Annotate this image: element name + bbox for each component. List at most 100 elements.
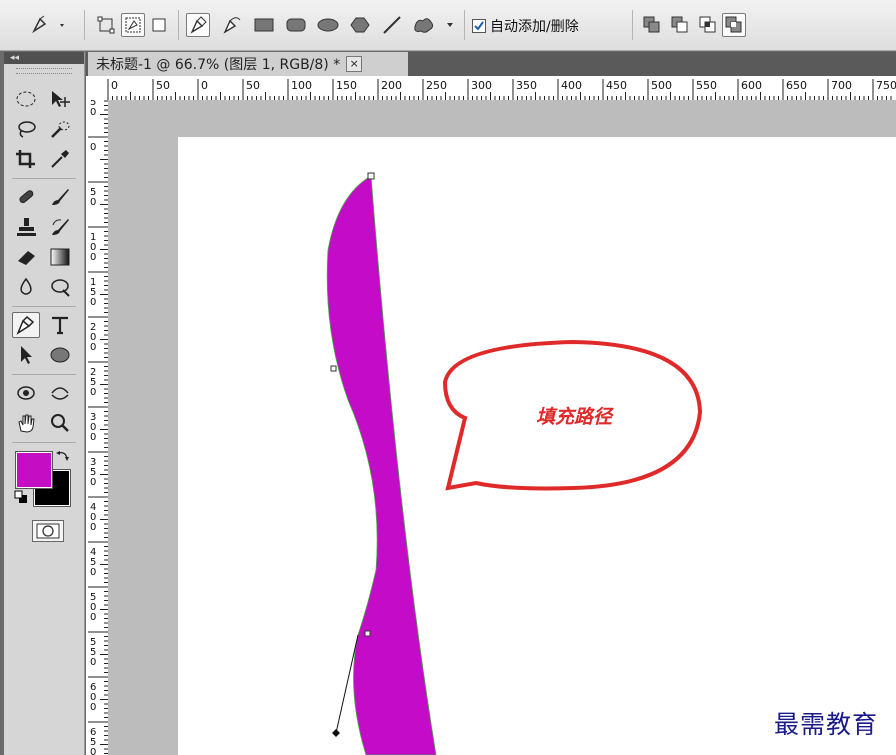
ruler-label: 350: [516, 79, 537, 92]
document-tab[interactable]: 未标题-1 @ 66.7% (图层 1, RGB/8) * ×: [88, 52, 408, 76]
magnifier-icon: [51, 414, 69, 432]
eraser-tool[interactable]: [12, 244, 40, 270]
path-selection-tool[interactable]: [12, 342, 40, 368]
anchor-point[interactable]: [330, 365, 337, 372]
blur-tool[interactable]: [12, 274, 40, 300]
line-icon: [383, 16, 401, 34]
elliptical-marquee-icon: [16, 91, 36, 107]
bandage-icon: [19, 190, 34, 204]
3d-orbit-icon: [51, 387, 69, 400]
custom-shape-button[interactable]: [410, 13, 458, 37]
lasso-tool[interactable]: [12, 116, 40, 142]
ellipse-tool-button[interactable]: [316, 13, 340, 37]
eyedropper-tool[interactable]: [46, 146, 74, 172]
ruler-label: 0: [90, 342, 96, 353]
options-bar: 自动添加/删除: [0, 0, 896, 51]
eraser-icon: [18, 251, 35, 265]
freeform-pen-icon: [223, 17, 241, 34]
ruler-label: 0: [90, 197, 96, 208]
intersect-shape-areas-button[interactable]: [696, 13, 720, 37]
history-brush-tool[interactable]: [46, 214, 74, 240]
ruler-label: 500: [651, 79, 672, 92]
pen-tool[interactable]: [12, 312, 40, 338]
anchor-point[interactable]: [364, 630, 371, 637]
auto-add-delete-checkbox[interactable]: [472, 19, 486, 33]
document-tab-title: 未标题-1 @ 66.7% (图层 1, RGB/8) *: [96, 57, 341, 73]
line-tool-button[interactable]: [380, 13, 404, 37]
foreground-color-swatch[interactable]: [15, 451, 53, 489]
crop-tool[interactable]: [12, 146, 40, 172]
polygon-tool-button[interactable]: [348, 13, 372, 37]
ruler-label: 650: [786, 79, 807, 92]
ruler-label: 750: [876, 79, 896, 92]
ruler-label: 0: [90, 107, 96, 118]
marquee-tool[interactable]: [12, 86, 40, 112]
anchor-point[interactable]: [367, 172, 375, 180]
quick-mask-icon: [36, 523, 60, 539]
default-colors-icon: [14, 490, 27, 503]
paths-button[interactable]: [121, 13, 145, 37]
ruler-label: 0: [90, 387, 96, 398]
fill-pixels-icon: [152, 18, 166, 32]
direction-handle[interactable]: [332, 729, 340, 737]
auto-add-delete-label: 自动添加/删除: [490, 19, 579, 35]
ruler-label: 100: [291, 79, 312, 92]
ruler-label: 0: [90, 522, 96, 533]
tools-panel-collapse[interactable]: ◂◂: [4, 52, 84, 64]
exclude-overlapping-button[interactable]: [722, 13, 746, 37]
vertical-ruler[interactable]: 5005010015020025030035040045050055060065…: [86, 100, 109, 755]
pen-tool-icon: [32, 15, 64, 34]
rectangle-tool-button[interactable]: [252, 13, 276, 37]
ruler-label: 0: [90, 142, 96, 153]
ruler-label: 0: [90, 477, 96, 488]
tools-panel: ◂◂: [4, 52, 85, 755]
panel-grip[interactable]: [16, 68, 72, 74]
ruler-label: 150: [336, 79, 357, 92]
type-tool[interactable]: [46, 312, 74, 338]
pen-icon: [190, 16, 207, 34]
intersect-shape-areas-icon: [699, 16, 716, 33]
swap-colors-button[interactable]: [56, 449, 70, 463]
move-tool[interactable]: [46, 86, 74, 112]
fill-pixels-button[interactable]: [147, 13, 171, 37]
shape-layers-button[interactable]: [94, 13, 118, 37]
crop-icon: [16, 150, 35, 168]
ruler-label: 0: [90, 657, 96, 668]
dodge-tool[interactable]: [46, 274, 74, 300]
horizontal-ruler[interactable]: 0 50 0 50 100 150 200 250 300 350 400 450 500 550 600 6…: [86, 76, 896, 101]
pen-button[interactable]: [186, 13, 210, 37]
subtract-from-shape-area-button[interactable]: [668, 13, 692, 37]
default-colors-button[interactable]: [14, 490, 28, 504]
canvas-artwork[interactable]: 填充路径: [108, 100, 896, 755]
brush-icon: [52, 189, 69, 205]
ruler-label: 0: [90, 432, 96, 443]
swap-arrows-icon: [56, 451, 69, 461]
hand-tool[interactable]: [12, 410, 40, 436]
filled-path-shape[interactable]: [326, 175, 437, 755]
freeform-pen-button[interactable]: [220, 13, 244, 37]
add-to-shape-area-button[interactable]: [640, 13, 664, 37]
close-tab-button[interactable]: ×: [346, 56, 363, 72]
tool-preset-picker[interactable]: [28, 13, 72, 37]
zoom-tool[interactable]: [46, 410, 74, 436]
ruler-label: 700: [831, 79, 852, 92]
gradient-tool[interactable]: [46, 244, 74, 270]
3d-orbit-tool[interactable]: [46, 380, 74, 406]
clone-stamp-tool[interactable]: [12, 214, 40, 240]
checkmark-icon: [474, 21, 484, 31]
ruler-label: 450: [606, 79, 627, 92]
canvas-area[interactable]: 填充路径: [108, 100, 896, 755]
3d-rotate-tool[interactable]: [12, 380, 40, 406]
rectangle-icon: [254, 18, 274, 32]
ruler-label: 600: [741, 79, 762, 92]
auto-add-delete-option[interactable]: 自动添加/删除: [472, 16, 579, 36]
type-icon: [52, 316, 68, 335]
shape-tool[interactable]: [46, 342, 74, 368]
ruler-label: 400: [561, 79, 582, 92]
spot-healing-brush-tool[interactable]: [12, 184, 40, 210]
quick-selection-tool[interactable]: [46, 116, 74, 142]
rounded-rectangle-tool-button[interactable]: [284, 13, 308, 37]
quick-mask-button[interactable]: [32, 520, 64, 542]
brush-tool[interactable]: [46, 184, 74, 210]
ruler-label: 50: [156, 79, 170, 92]
